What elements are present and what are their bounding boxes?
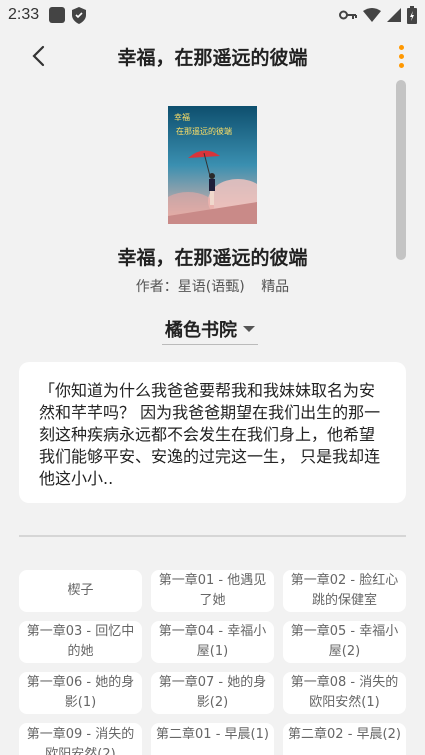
chapter-item[interactable]: 第一章01 - 他遇见了她 <box>151 570 274 612</box>
back-arrow-icon <box>32 45 45 67</box>
wifi-icon <box>363 8 381 22</box>
book-title: 幸福，在那遥远的彼端 <box>117 247 308 269</box>
chapter-item[interactable]: 第二章01 - 早晨(1) <box>151 723 274 755</box>
chapter-item[interactable]: 第一章03 - 回忆中的她 <box>19 621 142 663</box>
divider <box>19 535 406 537</box>
chapter-item[interactable]: 楔子 <box>19 570 142 612</box>
status-time: 2:33 <box>8 6 40 23</box>
book-author[interactable]: 作者：星语(语甄) <box>136 279 245 295</box>
back-button[interactable] <box>16 34 60 78</box>
status-bar: 2:33 <box>0 0 425 30</box>
chapter-item[interactable]: 第一章04 - 幸福小屋(1) <box>151 621 274 663</box>
key-icon <box>339 10 357 20</box>
scrollbar-thumb[interactable] <box>396 80 406 260</box>
chapter-item[interactable]: 第一章02 - 脸红心跳的保健室 <box>283 570 406 612</box>
battery-icon <box>407 6 417 24</box>
chapter-item[interactable]: 第一章06 - 她的身影(1) <box>19 672 142 714</box>
chapter-item[interactable]: 第二章02 - 早晨(2) <box>283 723 406 755</box>
app-bar: 幸福，在那遥远的彼端 <box>0 30 425 82</box>
chapter-item[interactable]: 第一章07 - 她的身影(2) <box>151 672 274 714</box>
chevron-down-icon <box>243 325 255 332</box>
book-intro[interactable]: 「你知道为什么我爸爸要帮我和我妹妹取名为安然和芊芊吗？ 因为我爸爸期望在我们出生… <box>19 362 406 503</box>
source-select[interactable]: 橘色书院 <box>162 313 258 345</box>
book-tag: 精品 <box>261 279 290 295</box>
shield-icon <box>72 6 87 24</box>
chapter-item[interactable]: 第一章09 - 消失的欧阳安然(2) <box>19 723 142 755</box>
notification-icon <box>49 7 66 23</box>
chapter-grid: 楔子 第一章01 - 他遇见了她 第一章02 - 脸红心跳的保健室 第一章03 … <box>19 570 406 755</box>
svg-text:在那遥远的彼端: 在那遥远的彼端 <box>176 126 232 136</box>
book-cover-image: 幸福 在那遥远的彼端 <box>168 106 257 224</box>
book-cover[interactable]: 幸福 在那遥远的彼端 <box>168 106 257 224</box>
source-selected-label: 橘色书院 <box>165 319 237 341</box>
book-meta: 作者：星语(语甄) 精品 <box>0 276 425 296</box>
page-title: 幸福，在那遥远的彼端 <box>117 46 308 69</box>
more-dot-icon <box>398 44 404 50</box>
chapter-item[interactable]: 第一章08 - 消失的欧阳安然(1) <box>283 672 406 714</box>
more-menu-button[interactable] <box>389 38 413 74</box>
svg-text:幸福: 幸福 <box>174 113 190 122</box>
signal-icon <box>387 8 401 22</box>
chapter-item[interactable]: 第一章05 - 幸福小屋(2) <box>283 621 406 663</box>
